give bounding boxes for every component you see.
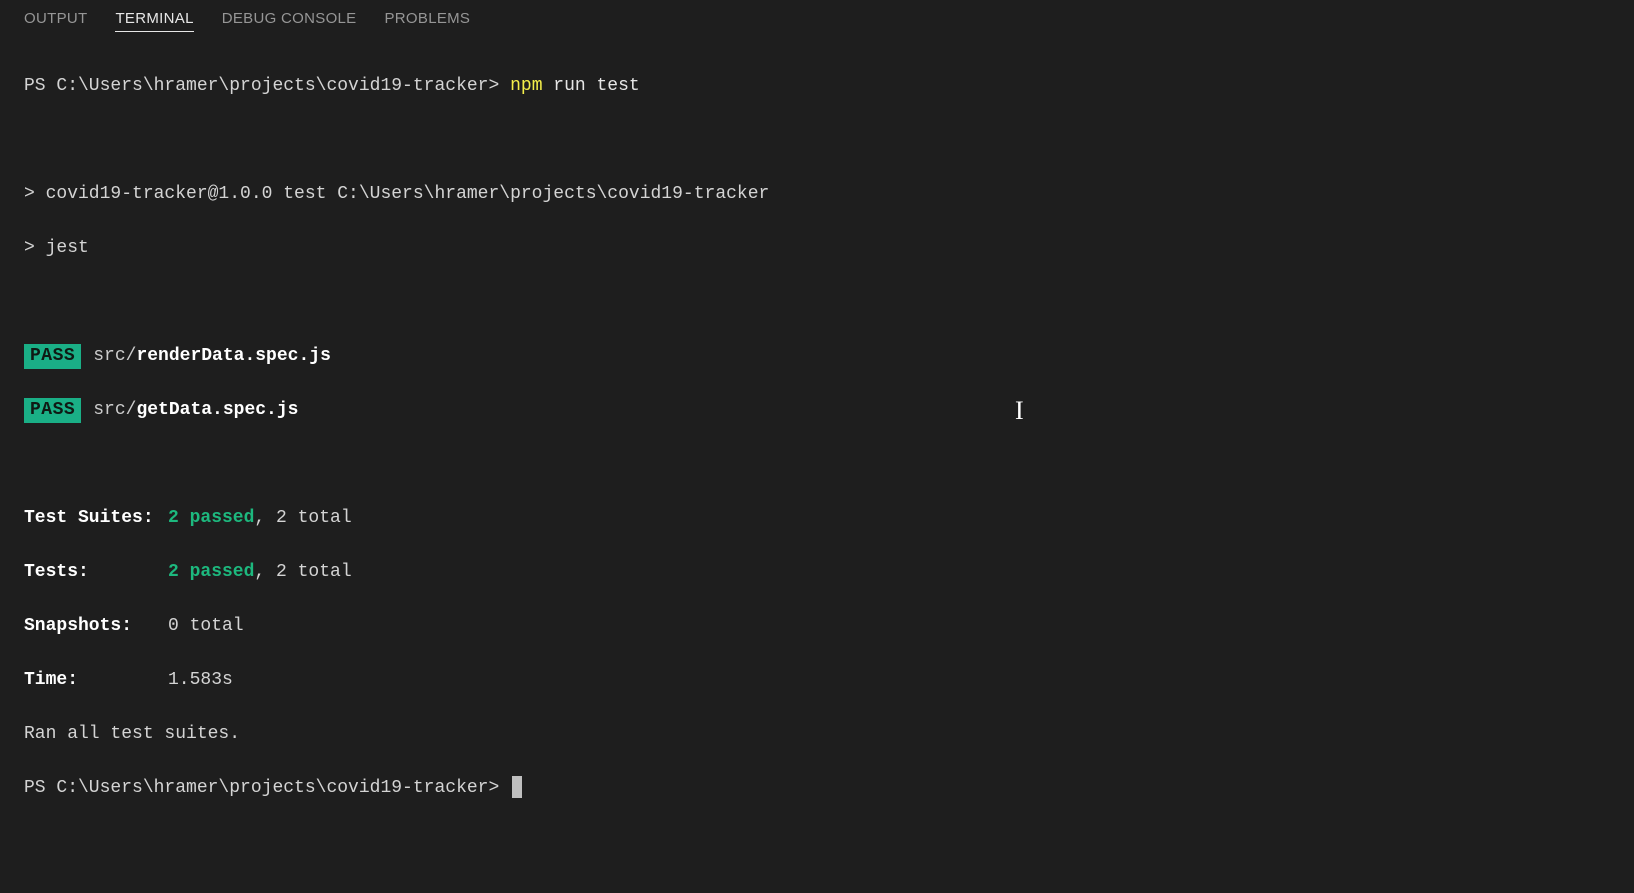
tab-problems[interactable]: PROBLEMS (384, 10, 470, 32)
tab-terminal[interactable]: TERMINAL (115, 10, 193, 32)
jest-invoke-line: > jest (24, 235, 1610, 262)
suites-total: , 2 total (254, 508, 351, 528)
test-dir: src/ (93, 400, 136, 420)
summary-time: Time:1.583s (24, 667, 1610, 694)
test-dir: src/ (93, 346, 136, 366)
pass-badge: PASS (24, 398, 81, 423)
panel-tabs: OUTPUT TERMINAL DEBUG CONSOLE PROBLEMS (0, 0, 1634, 40)
command-line-1: PS C:\Users\hramer\projects\covid19-trac… (24, 73, 1610, 100)
blank-line (24, 289, 1610, 316)
label-test-suites: Test Suites: (24, 505, 168, 532)
label-time: Time: (24, 667, 168, 694)
terminal-output[interactable]: PS C:\Users\hramer\projects\covid19-trac… (0, 40, 1634, 893)
cursor-block-icon (512, 776, 522, 798)
time-val: 1.583s (168, 670, 233, 690)
tab-debug-console[interactable]: DEBUG CONSOLE (222, 10, 357, 32)
label-tests: Tests: (24, 559, 168, 586)
suites-passed: 2 passed (168, 508, 254, 528)
ran-all-line: Ran all test suites. (24, 721, 1610, 748)
command-npm: npm (510, 76, 542, 96)
snapshots-val: 0 total (168, 616, 244, 636)
tests-total: , 2 total (254, 562, 351, 582)
test-file: getData.spec.js (136, 400, 298, 420)
blank-line (24, 127, 1610, 154)
summary-suites: Test Suites:2 passed, 2 total (24, 505, 1610, 532)
pass-badge: PASS (24, 344, 81, 369)
npm-script-line: > covid19-tracker@1.0.0 test C:\Users\hr… (24, 181, 1610, 208)
command-args: run test (543, 76, 640, 96)
test-file: renderData.spec.js (136, 346, 330, 366)
summary-snapshots: Snapshots:0 total (24, 613, 1610, 640)
tests-passed: 2 passed (168, 562, 254, 582)
label-snapshots: Snapshots: (24, 613, 168, 640)
summary-tests: Tests:2 passed, 2 total (24, 559, 1610, 586)
test-pass-line-2: PASS src/getData.spec.js (24, 397, 1610, 424)
ps-prompt: PS C:\Users\hramer\projects\covid19-trac… (24, 778, 510, 798)
final-prompt-line: PS C:\Users\hramer\projects\covid19-trac… (24, 775, 1610, 802)
ps-prompt: PS C:\Users\hramer\projects\covid19-trac… (24, 76, 510, 96)
tab-output[interactable]: OUTPUT (24, 10, 87, 32)
test-pass-line-1: PASS src/renderData.spec.js (24, 343, 1610, 370)
blank-line (24, 451, 1610, 478)
